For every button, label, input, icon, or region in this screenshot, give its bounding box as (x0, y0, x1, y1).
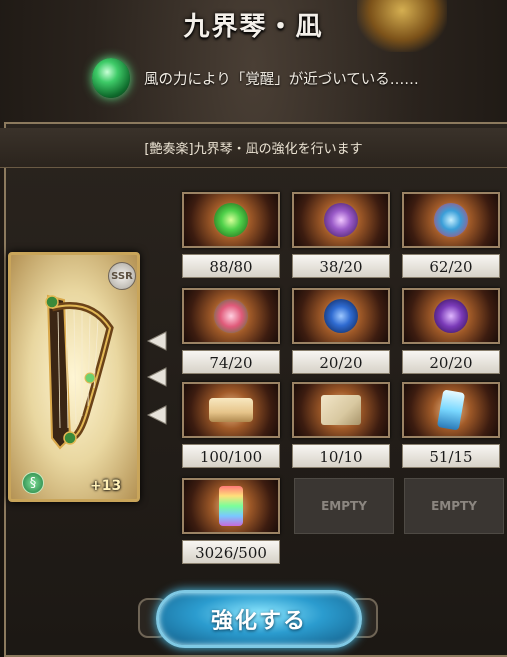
empty-slot-1[interactable]: EMPTY (294, 478, 394, 534)
blue-feather-icon (434, 203, 468, 237)
arrow-left-icon (146, 366, 168, 388)
material-count-4: 74/20 (182, 350, 280, 374)
blue-crystal-icon (436, 389, 466, 431)
panel-header: [艶奏楽]九界琴・凪の強化を行います (0, 128, 507, 168)
purple-flower-icon (324, 203, 358, 237)
material-count-6: 20/20 (402, 350, 500, 374)
material-slot-2[interactable] (292, 192, 390, 248)
parchment-icon (321, 395, 361, 425)
material-slot-4[interactable] (182, 288, 280, 344)
plus-level: +13 (90, 478, 122, 494)
message-text: 風の力により「覚醒」が近づいている…… (144, 71, 419, 88)
enhance-button[interactable]: 強化する (156, 590, 362, 648)
material-slot-7[interactable] (182, 382, 280, 438)
material-count-2: 38/20 (292, 254, 390, 278)
arrow-left-icon (146, 330, 168, 352)
pink-rose-icon (214, 299, 248, 333)
material-slot-10[interactable] (182, 478, 280, 534)
harp-icon (45, 294, 114, 450)
scroll-icon (209, 398, 253, 422)
material-count-3: 62/20 (402, 254, 500, 278)
material-slot-8[interactable] (292, 382, 390, 438)
wind-element-icon: § (22, 472, 44, 494)
material-slot-6[interactable] (402, 288, 500, 344)
material-count-10: 3026/500 (182, 540, 280, 564)
arrow-left-icon (146, 404, 168, 426)
rainbow-crystal-icon (219, 486, 243, 526)
page-title: 九界琴・凪 (183, 11, 324, 42)
material-slot-9[interactable] (402, 382, 500, 438)
green-eye-orb-icon (214, 203, 248, 237)
empty-slot-2[interactable]: EMPTY (404, 478, 504, 534)
material-count-7: 100/100 (182, 444, 280, 468)
material-count-5: 20/20 (292, 350, 390, 374)
awakening-message: 風の力により「覚醒」が近づいている…… (88, 56, 497, 100)
material-count-9: 51/15 (402, 444, 500, 468)
rarity-badge: SSR (108, 262, 136, 290)
material-slot-3[interactable] (402, 192, 500, 248)
material-slot-5[interactable] (292, 288, 390, 344)
purple-gem-icon (434, 299, 468, 333)
material-count-1: 88/80 (182, 254, 280, 278)
material-slot-1[interactable] (182, 192, 280, 248)
blue-orb-icon (324, 299, 358, 333)
material-count-8: 10/10 (292, 444, 390, 468)
